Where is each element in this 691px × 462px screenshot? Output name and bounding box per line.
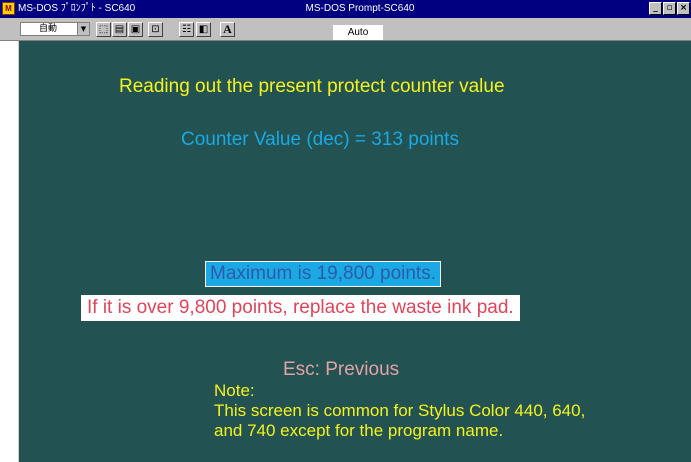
note-line: Note: xyxy=(214,381,255,400)
copy-button[interactable]: ▤ xyxy=(112,22,127,37)
properties-icon: ☷ xyxy=(182,24,191,35)
msdos-icon[interactable]: M xyxy=(2,2,15,15)
caption-buttons: _ ▫ × xyxy=(649,2,690,16)
console-area[interactable]: Reading out the present protect counter … xyxy=(19,41,691,462)
background-button[interactable]: ◧ xyxy=(196,22,211,37)
status-field: Auto xyxy=(333,25,383,40)
mark-icon: ⬚ xyxy=(98,24,109,35)
counter-value-text: Counter Value (dec) = 313 points xyxy=(181,129,459,150)
note-text: Note: This screen is common for Stylus C… xyxy=(214,381,585,441)
heading-text: Reading out the present protect counter … xyxy=(119,76,505,97)
fullscreen-button[interactable]: ⊡ xyxy=(148,22,163,37)
window-title: MS-DOS ﾌﾟﾛﾝﾌﾟﾄ - SC640 xyxy=(18,3,136,14)
minimize-button[interactable]: _ xyxy=(649,2,662,15)
title-bar[interactable]: M MS-DOS ﾌﾟﾛﾝﾌﾟﾄ - SC640 MS-DOS Prompt-S… xyxy=(0,0,691,18)
maximize-button[interactable]: ▫ xyxy=(663,2,676,15)
note-line: and 740 except for the program name. xyxy=(214,421,504,440)
warning-text: If it is over 9,800 points, replace the … xyxy=(81,295,520,321)
font-size-value: 自動 xyxy=(39,24,58,34)
font-button[interactable]: A xyxy=(220,22,235,37)
mark-button[interactable]: ⬚ xyxy=(96,22,111,37)
background-icon: ◧ xyxy=(198,24,209,35)
msdos-window: M MS-DOS ﾌﾟﾛﾝﾌﾟﾄ - SC640 MS-DOS Prompt-S… xyxy=(0,0,691,462)
maximum-text: Maximum is 19,800 points. xyxy=(205,261,441,287)
fullscreen-icon: ⊡ xyxy=(151,24,160,35)
chevron-down-icon[interactable]: ▼ xyxy=(77,23,89,35)
paste-icon: ▣ xyxy=(130,24,141,35)
font-icon: A xyxy=(223,22,232,36)
center-title: MS-DOS Prompt-SC640 xyxy=(305,3,415,14)
note-line: This screen is common for Stylus Color 4… xyxy=(214,401,586,420)
close-button[interactable]: × xyxy=(677,2,690,15)
left-gutter xyxy=(0,41,19,462)
properties-button[interactable]: ☷ xyxy=(179,22,194,37)
esc-previous-text: Esc: Previous xyxy=(283,359,400,380)
font-size-select[interactable]: 自動 ▼ xyxy=(20,22,90,36)
copy-icon: ▤ xyxy=(114,24,125,35)
paste-button[interactable]: ▣ xyxy=(128,22,143,37)
